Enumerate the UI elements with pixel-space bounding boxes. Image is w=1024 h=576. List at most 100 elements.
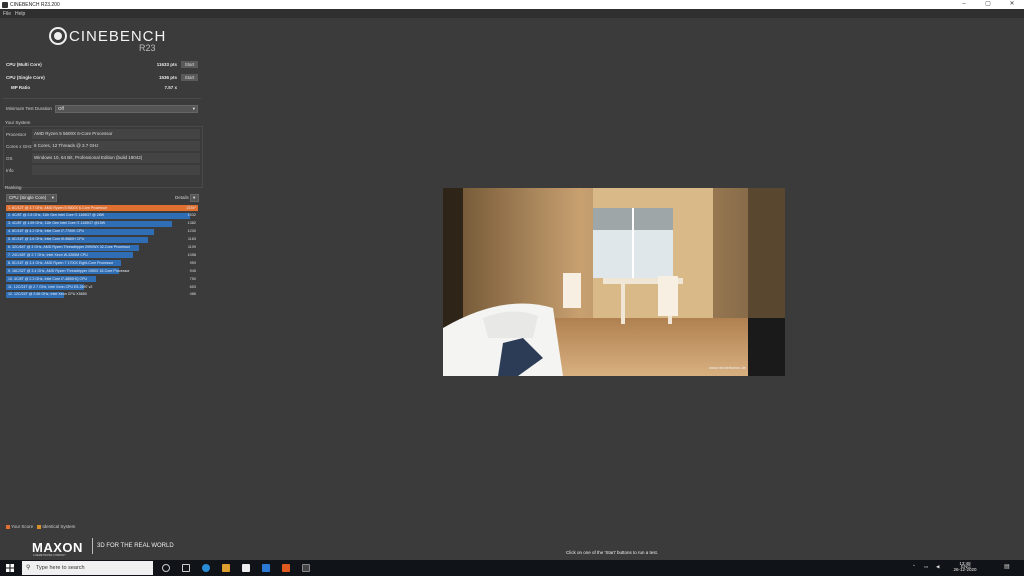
window-title: CINEBENCH R23.200 — [10, 1, 60, 8]
chevron-down-icon: ▾ — [193, 195, 196, 200]
ranking-row[interactable]: 3. 4C/8T @ 1.69 GHz, 11th Gen Intel Core… — [6, 220, 198, 227]
details-label: Details — [175, 195, 189, 200]
ranking-row[interactable]: 4. 8C/16T @ 4.2 GHz, Intel Core i7-7700K… — [6, 228, 198, 235]
ranking-row[interactable]: 11. 12C/24T @ 2.7 GHz, Intel Xeon CPU E5… — [6, 284, 198, 290]
cinebench-logo-icon — [49, 27, 67, 45]
ranking-value: 959 — [189, 260, 196, 265]
footer-divider — [92, 538, 93, 554]
taskbar-search-box[interactable]: ⚲ Type here to search — [22, 561, 153, 575]
footer-tagline: 3D FOR THE REAL WORLD — [97, 543, 174, 549]
ranking-row[interactable]: 1. 6C/12T @ 3.7 GHz, AMD Ryzen 5 5600X 6… — [6, 205, 198, 211]
taskbar-clock[interactable]: 13:48 26-12-2020 — [950, 561, 980, 573]
cinebench-taskbar-icon[interactable] — [302, 564, 310, 572]
divider — [3, 98, 201, 99]
windows-start-icon[interactable] — [6, 564, 14, 572]
notifications-icon[interactable]: ▤ — [1004, 563, 1010, 570]
test-duration-select[interactable]: Off ▾ — [55, 105, 198, 113]
system-row-value: Windows 10, 64 Bit, Professional Edition… — [32, 153, 200, 163]
footer: MAXON A NEMETSCHEK COMPANY 3D FOR THE RE… — [0, 532, 1024, 560]
identical-system-swatch — [37, 524, 42, 529]
ranking-row[interactable]: 8. 8C/16T @ 3.4 GHz, AMD Ryzen 7 1700X E… — [6, 260, 198, 267]
cinebench-app-icon — [2, 1, 8, 8]
system-heading: Your System — [5, 120, 31, 125]
system-row: Processor AMD Ryzen 5 5600X 6-Core Proce… — [4, 129, 202, 140]
ranking-label: 5. 8C/16T @ 3.6 GHz, Intel Core i9-9880H… — [8, 237, 85, 242]
single-core-start-button[interactable]: Start — [181, 74, 198, 81]
maxon-logo-sub: A NEMETSCHEK COMPANY — [33, 554, 66, 557]
volume-icon[interactable]: ◀ — [936, 564, 939, 570]
maximize-button[interactable]: ▢ — [976, 0, 1000, 9]
ranking-value: 486 — [189, 292, 196, 297]
window-titlebar: CINEBENCH R23.200 – ▢ ✕ — [0, 0, 1024, 9]
ranking-row[interactable]: 2. 4C/8T @ 2.8 GHz, 11th Gen Intel Core … — [6, 212, 198, 219]
ranking-value: 1183 — [187, 237, 196, 242]
ranking-value: 1058 — [187, 252, 196, 257]
file-explorer-icon[interactable] — [222, 564, 230, 572]
network-icon[interactable]: ▭ — [924, 564, 928, 570]
render-watermark: www.renderbaron.de — [709, 365, 747, 370]
minimize-button[interactable]: – — [952, 0, 976, 9]
ranking-row[interactable]: 12. 12C/24T @ 2.66 GHz, Intel Xeon CPU X… — [6, 291, 198, 298]
status-hint: Click on one of the 'Start' buttons to r… — [566, 550, 659, 555]
ranking-label: 2. 4C/8T @ 2.8 GHz, 11th Gen Intel Core … — [8, 213, 105, 218]
ranking-value: 750 — [189, 276, 196, 281]
details-toggle[interactable]: ▾ — [190, 194, 199, 202]
task-view-icon[interactable] — [182, 564, 190, 572]
multi-core-start-button[interactable]: Start — [181, 61, 198, 68]
system-row: Info — [4, 165, 202, 176]
ranking-row[interactable]: 6. 32C/64T @ 3 GHz, AMD Ryzen Threadripp… — [6, 244, 198, 251]
ranking-label: 8. 8C/16T @ 3.4 GHz, AMD Ryzen 7 1700X E… — [8, 260, 114, 265]
menu-bar: File Help — [0, 9, 1024, 18]
system-row-label: Cores x GHz — [6, 144, 32, 149]
legend-identical: Identical System — [42, 524, 76, 529]
ranking-label: 1. 6C/12T @ 3.7 GHz, AMD Ryzen 5 5600X 6… — [8, 205, 108, 210]
ranking-heading: Ranking — [5, 185, 22, 190]
info-input[interactable] — [32, 165, 200, 175]
ranking-row[interactable]: 7. 24C/48T @ 2.7 GHz, Intel Xeon W-3265M… — [6, 252, 198, 259]
clock-date: 26-12-2020 — [953, 567, 977, 572]
ranking-label: 11. 12C/24T @ 2.7 GHz, Intel Xeon CPU E5… — [8, 284, 93, 289]
system-row-value: 6 Cores, 12 Threads @ 3.7 GHz — [32, 141, 200, 151]
chevron-down-icon: ▾ — [51, 195, 54, 200]
ranking-row[interactable]: 9. 16C/32T @ 3.4 GHz, AMD Ryzen Threadri… — [6, 268, 198, 275]
room-render-image: www.renderbaron.de — [443, 188, 785, 376]
ranking-label: 4. 8C/16T @ 4.2 GHz, Intel Core i7-7700K… — [8, 229, 85, 234]
ranking-value: 1230 — [187, 229, 196, 234]
legend-your-score: Your Score — [11, 524, 34, 529]
system-row-label: Info — [6, 168, 14, 173]
office-icon[interactable] — [282, 564, 290, 572]
menu-file[interactable]: File — [3, 11, 11, 17]
system-row-label: OS — [6, 156, 13, 161]
menu-help[interactable]: Help — [15, 11, 25, 17]
windows-taskbar: ⚲ Type here to search ⌃ ▭ ◀ ENG 13:48 26… — [0, 560, 1024, 576]
system-row: OS Windows 10, 64 Bit, Professional Edit… — [4, 153, 202, 164]
test-duration-value: Off — [58, 106, 64, 111]
ranking-row[interactable]: 10. 4C/8T @ 2.3 GHz, Intel Core i7-4850H… — [6, 276, 198, 283]
edge-icon[interactable] — [202, 564, 210, 572]
ranking-label: 7. 24C/48T @ 2.7 GHz, Intel Xeon W-3265M… — [8, 252, 88, 257]
show-hidden-icons[interactable]: ⌃ — [912, 564, 916, 570]
ranking-legend: Your Score Identical System — [6, 524, 75, 529]
render-preview: www.renderbaron.de — [443, 188, 785, 376]
ranking-type-select[interactable]: CPU (Single Core) ▾ — [6, 194, 57, 202]
mp-ratio-value: 7.57 x — [164, 85, 177, 90]
system-row-label: Processor — [6, 132, 27, 137]
ranking-value: 945 — [189, 268, 196, 273]
ranking-value: 1536* — [186, 205, 196, 210]
test-duration-label: Minimum Test Duration — [6, 106, 52, 111]
system-row: Cores x GHz 6 Cores, 12 Threads @ 3.7 GH… — [4, 141, 202, 152]
cortana-icon[interactable] — [162, 564, 170, 572]
left-panel: CINEBENCH R23 CPU (Multi Core) 11633 pts… — [3, 19, 203, 532]
multi-core-score: 11633 pts — [156, 62, 177, 67]
ranking-row[interactable]: 5. 8C/16T @ 3.6 GHz, Intel Core i9-9880H… — [6, 236, 198, 243]
mail-icon[interactable] — [262, 564, 270, 572]
mp-ratio-label: MP Ratio — [11, 85, 31, 90]
store-icon[interactable] — [242, 564, 250, 572]
ranking-label: 10. 4C/8T @ 2.3 GHz, Intel Core i7-4850H… — [8, 276, 88, 281]
ranking-label: 3. 4C/8T @ 1.69 GHz, 11th Gen Intel Core… — [8, 221, 106, 226]
ranking-value: 653 — [189, 284, 196, 289]
ranking-label: 9. 16C/32T @ 3.4 GHz, AMD Ryzen Threadri… — [8, 268, 130, 273]
single-core-label: CPU (Single Core) — [6, 75, 45, 80]
close-button[interactable]: ✕ — [1000, 0, 1024, 9]
single-core-score: 1536 pts — [158, 75, 177, 80]
